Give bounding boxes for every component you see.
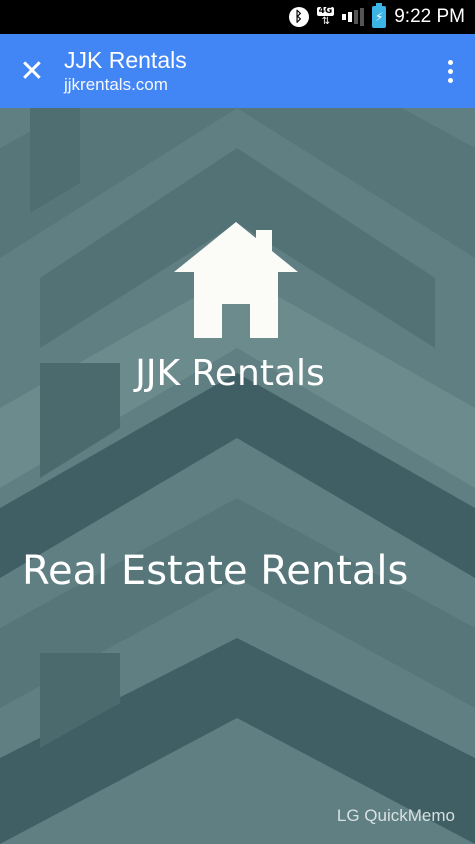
quickmemo-watermark: LG QuickMemo <box>336 806 455 825</box>
network-4g-icon: 4G ⇅ <box>316 6 335 27</box>
status-bar: ᛒ 4G ⇅ ⚡ 9:22 PM <box>0 0 475 34</box>
custom-tab-toolbar: ✕ JJK Rentals jjkrentals.com <box>0 34 475 108</box>
close-icon: ✕ <box>19 53 45 89</box>
splash-screen: JJK Rentals Real Estate Rentals LG Quick… <box>0 108 475 844</box>
overflow-menu-icon <box>447 59 453 65</box>
house-icon <box>174 222 298 338</box>
site-title: JJK Rentals <box>64 47 187 73</box>
bluetooth-icon: ᛒ <box>288 7 309 27</box>
signal-bars-icon <box>342 7 365 27</box>
site-url[interactable]: jjkrentals.com <box>64 74 425 96</box>
brand-name: JJK Rentals <box>135 353 325 394</box>
network-label: 4G <box>316 6 335 16</box>
background-chevrons <box>0 108 475 844</box>
tagline: Real Estate Rentals <box>22 548 409 594</box>
close-button[interactable]: ✕ <box>0 34 64 108</box>
toolbar-title-block: JJK Rentals jjkrentals.com <box>64 46 425 96</box>
data-arrows-icon: ⇅ <box>321 16 330 27</box>
status-time: 9:22 PM <box>394 6 465 27</box>
overflow-menu-button[interactable] <box>425 34 475 108</box>
battery-charging-icon: ⚡ <box>372 3 387 28</box>
